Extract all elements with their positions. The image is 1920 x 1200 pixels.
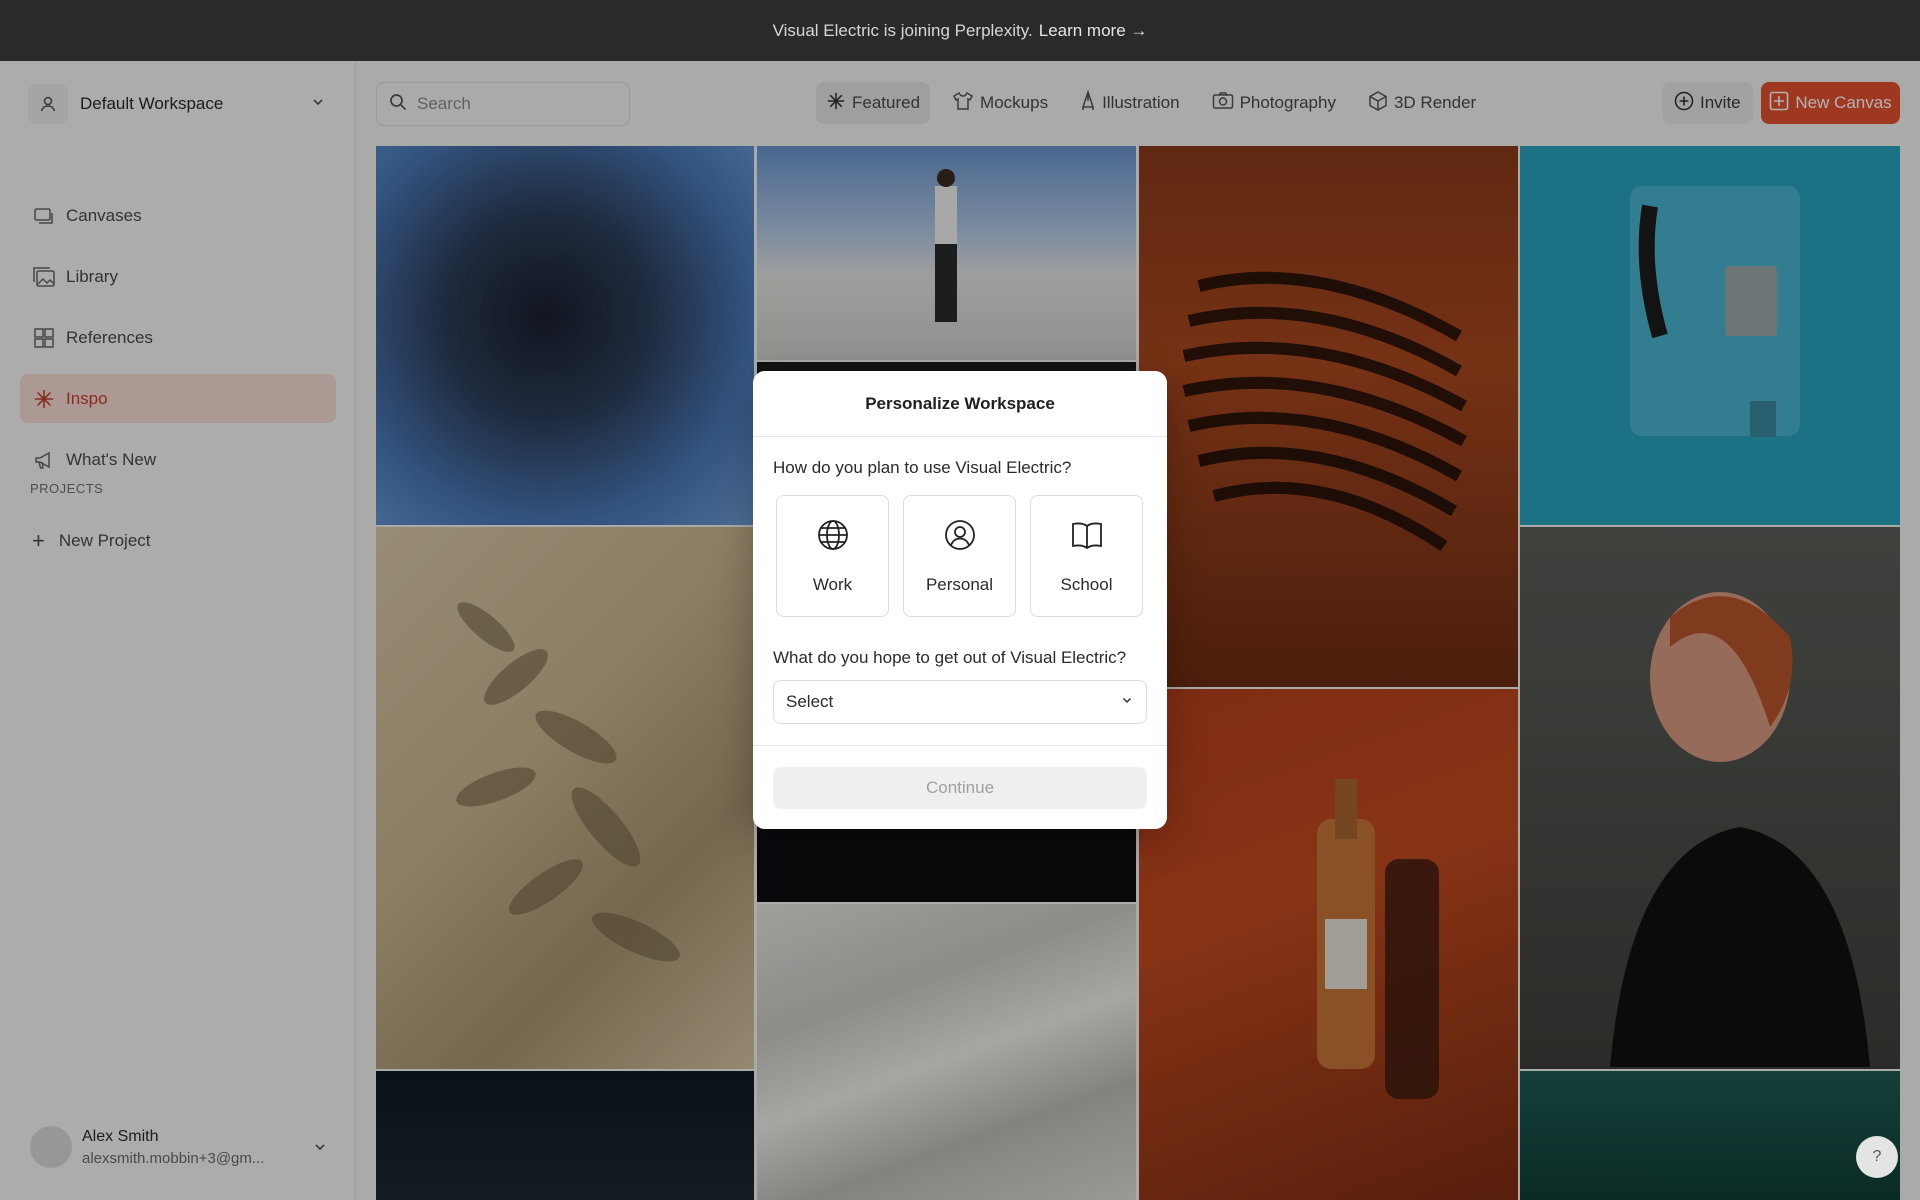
goal-select-value: Select [786,692,834,711]
announcement-banner: Visual Electric is joining Perplexity. L… [0,0,1920,61]
option-work[interactable]: Work [776,495,889,617]
option-label: Personal [925,574,994,594]
goal-question: What do you hope to get out of Visual El… [773,648,1127,667]
book-icon [1069,518,1105,557]
usage-options: Work Personal School [776,495,1143,617]
dialog-title: Personalize Workspace [753,371,1167,437]
dialog-divider [753,745,1167,746]
goal-select[interactable]: Select [773,680,1147,724]
option-label: School [1060,574,1113,594]
banner-learn-more-link[interactable]: Learn more → [1039,21,1148,41]
chevron-down-icon [1120,692,1134,712]
option-personal[interactable]: Personal [903,495,1016,617]
globe-icon [816,518,850,557]
option-label: Work [812,574,853,594]
banner-text: Visual Electric is joining Perplexity. [772,20,1033,40]
usage-question: How do you plan to use Visual Electric? [773,458,1072,477]
option-school[interactable]: School [1030,495,1143,617]
personalize-workspace-dialog: Personalize Workspace How do you plan to… [753,371,1167,829]
continue-button[interactable]: Continue [773,767,1147,809]
help-button[interactable]: ? [1856,1136,1898,1178]
user-circle-icon [943,518,977,557]
